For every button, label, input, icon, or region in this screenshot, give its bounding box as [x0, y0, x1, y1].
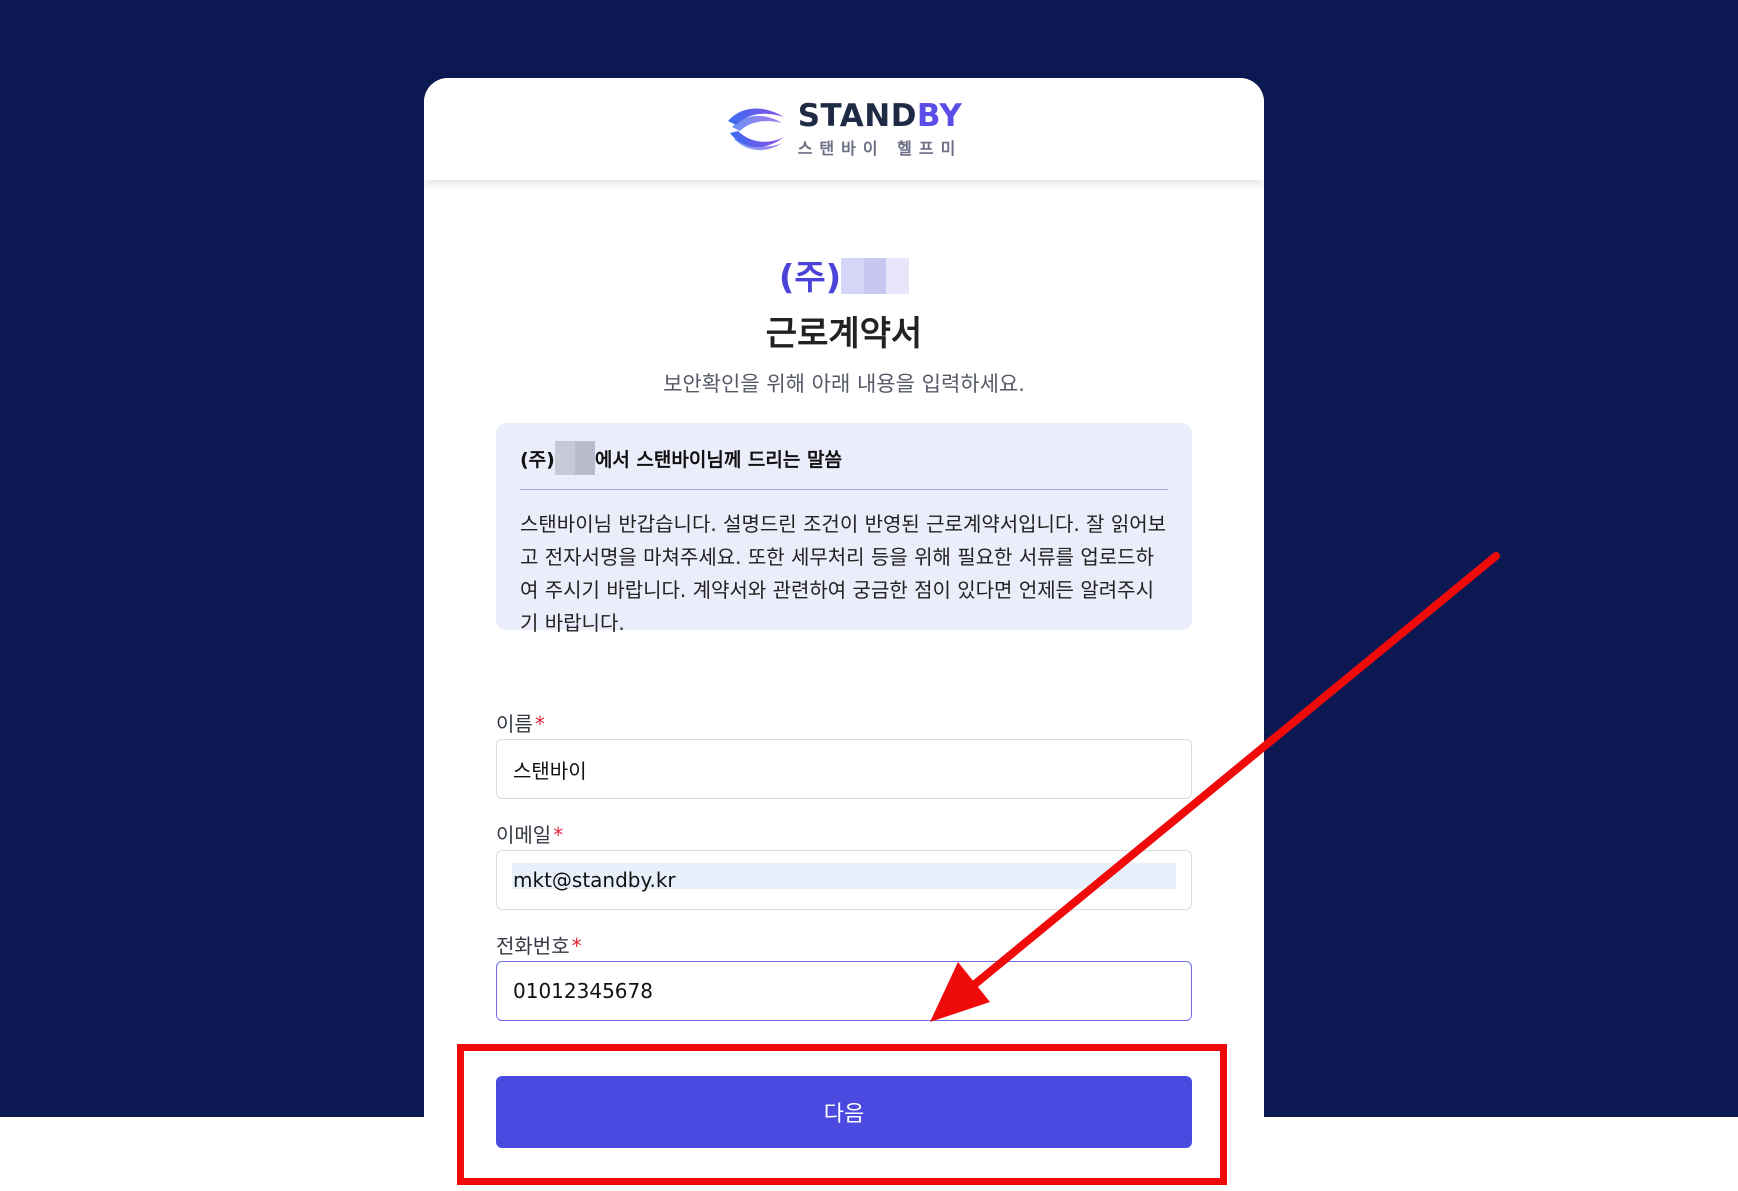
required-asterisk: * [534, 712, 545, 736]
name-label-text: 이름 [496, 712, 533, 736]
logo-word-by: BY [916, 98, 963, 134]
required-asterisk: * [571, 934, 582, 958]
annotation-highlight-box [457, 1044, 1227, 1185]
document-title: 근로계약서 [765, 314, 923, 354]
name-label: 이름 * [496, 708, 545, 737]
message-body: 스탠바이님 반갑습니다. 설명드린 조건이 반영된 근로계약서입니다. 잘 읽어… [520, 512, 1167, 635]
message-heading: (주) 에서 스탠바이님께 드리는 말씀 [520, 441, 1168, 490]
standby-logo: STANDBY 스탠바이 헬프미 [726, 99, 963, 159]
redacted-company-name-small [554, 441, 595, 475]
standby-logo-icon [727, 108, 784, 151]
message-heading-prefix: (주) [520, 449, 555, 471]
contract-card: STANDBY 스탠바이 헬프미 (주) 근로계약서 보안확인을 위해 아래 내… [424, 78, 1264, 1191]
email-input[interactable] [496, 850, 1192, 910]
phone-label-text: 전화번호 [496, 934, 570, 958]
logo-wordmark: STANDBY [798, 99, 963, 133]
company-prefix: (주) [778, 258, 842, 298]
card-header: STANDBY 스탠바이 헬프미 [424, 78, 1264, 180]
message-box: (주) 에서 스탠바이님께 드리는 말씀 스탠바이님 반갑습니다. 설명드린 조건… [496, 423, 1192, 635]
redacted-company-name [841, 258, 910, 294]
phone-label: 전화번호 * [496, 930, 582, 959]
logo-subtitle: 스탠바이 헬프미 [797, 139, 963, 158]
email-label-text: 이메일 [496, 823, 552, 847]
message-heading-suffix: 에서 스탠바이님께 드리는 말씀 [594, 449, 842, 471]
company-name: (주) [424, 250, 1264, 299]
logo-text: STANDBY 스탠바이 헬프미 [798, 99, 963, 159]
logo-word-stand: STAND [797, 98, 917, 134]
email-label: 이메일 * [496, 819, 563, 848]
required-asterisk: * [553, 823, 564, 847]
name-input[interactable] [496, 739, 1192, 799]
security-instruction: 보안확인을 위해 아래 내용을 입력하세요. [663, 372, 1025, 396]
phone-input[interactable] [496, 961, 1192, 1021]
